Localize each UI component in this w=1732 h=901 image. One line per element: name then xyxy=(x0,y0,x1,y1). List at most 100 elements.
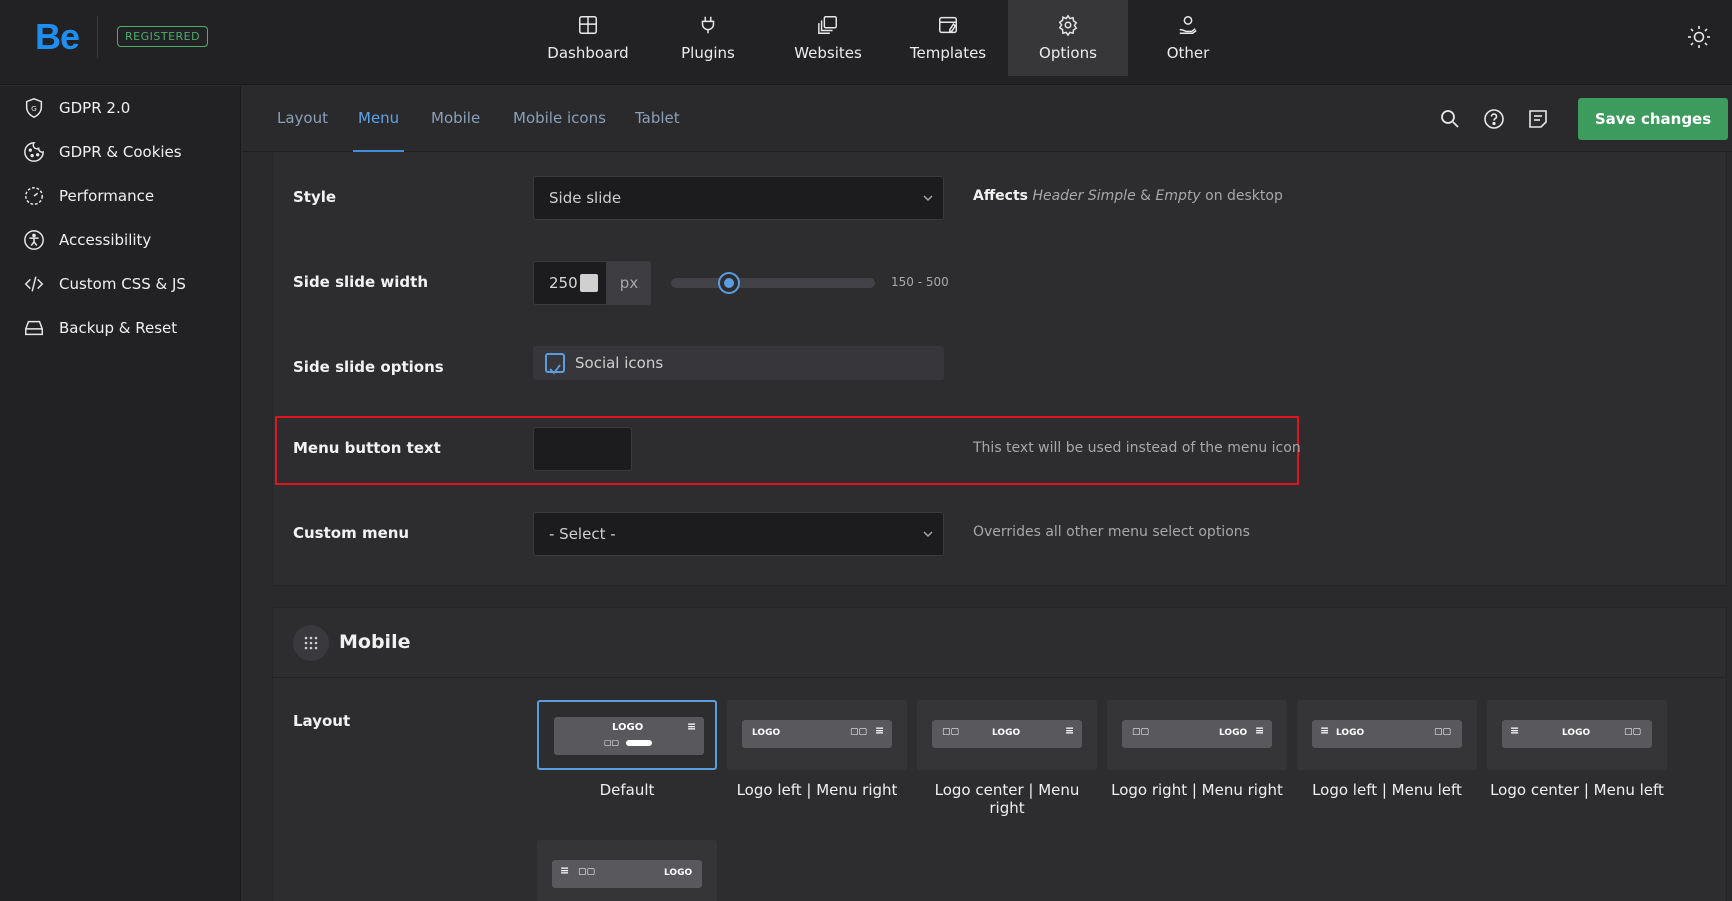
tab-mobile-icons[interactable]: Mobile icons xyxy=(513,86,606,152)
menu-options-panel: Style Side slide Affects Header Simple &… xyxy=(272,152,1727,586)
tab-mobile[interactable]: Mobile xyxy=(431,86,480,152)
dots-icon: ▢▢ xyxy=(1434,727,1452,737)
registered-badge: REGISTERED xyxy=(117,26,209,47)
hamburger-icon: ≡ xyxy=(875,724,885,737)
slider-thumb[interactable] xyxy=(720,274,739,292)
desc-bold: Affects xyxy=(973,188,1028,204)
width-slider[interactable] xyxy=(671,274,875,292)
notes-icon[interactable] xyxy=(1526,107,1550,131)
logo-text: LOGO xyxy=(752,728,781,738)
gauge-icon xyxy=(25,187,43,205)
hamburger-icon: ≡ xyxy=(687,720,697,733)
layout-option-extra[interactable]: ≡ ▢▢ LOGO xyxy=(537,840,717,901)
layout-label-default: Default xyxy=(599,781,655,799)
layout-preview: LOGO ▢▢ ≡ xyxy=(742,720,892,748)
hamburger-icon: ≡ xyxy=(560,864,570,877)
layout-label-3: Logo right | Menu right xyxy=(1111,781,1283,799)
sidebar-item-gdpr[interactable]: G GDPR 2.0 xyxy=(0,86,240,130)
width-label: Side slide width xyxy=(293,273,429,291)
accessibility-icon xyxy=(24,230,44,250)
nav-templates[interactable]: Templates xyxy=(888,0,1008,76)
desc-amp: & xyxy=(1135,188,1156,204)
search-icon[interactable] xyxy=(1438,107,1462,131)
style-select[interactable]: Side slide xyxy=(533,176,944,220)
nav-label: Options xyxy=(1039,44,1097,62)
tab-layout[interactable]: Layout xyxy=(277,86,328,152)
save-changes-button[interactable]: Save changes xyxy=(1578,98,1728,140)
layout-option-logo-left-menu-right[interactable]: LOGO ▢▢ ≡ xyxy=(727,700,907,770)
sidebar-item-cookies[interactable]: GDPR & Cookies xyxy=(0,130,240,174)
hamburger-icon: ≡ xyxy=(1510,724,1520,737)
nav-label: Templates xyxy=(909,44,987,62)
hamburger-icon: ≡ xyxy=(1255,724,1265,737)
desc-italic-2: Empty xyxy=(1155,188,1201,204)
social-icons-checkbox[interactable] xyxy=(545,353,565,375)
sidebar-item-backup[interactable]: Backup & Reset xyxy=(0,306,240,350)
layout-option-logo-right-menu-right[interactable]: ▢▢ LOGO ≡ xyxy=(1107,700,1287,770)
help-icon[interactable] xyxy=(1482,107,1506,131)
sidebar-item-performance[interactable]: Performance xyxy=(0,174,240,218)
drive-icon xyxy=(25,320,43,336)
sidebar-item-label: Custom CSS & JS xyxy=(59,275,186,293)
mobile-section-panel: Mobile Layout LOGO ≡ ▢▢ Default LOGO ▢▢ … xyxy=(272,607,1727,901)
logo-text: LOGO xyxy=(1336,728,1365,738)
nav-dashboard[interactable]: Dashboard xyxy=(528,0,648,76)
layout-option-logo-center-menu-left[interactable]: ≡ LOGO ▢▢ xyxy=(1487,700,1667,770)
dots-icon: ▢▢ xyxy=(942,727,960,737)
logo-text: LOGO xyxy=(664,868,693,878)
width-number-input[interactable]: 250 xyxy=(533,261,607,305)
sun-icon[interactable] xyxy=(1687,25,1711,49)
brand-logo[interactable]: Be xyxy=(35,16,80,58)
logo-text: LOGO xyxy=(1562,728,1591,738)
nav-other[interactable]: Other xyxy=(1128,0,1248,76)
layout-label-4: Logo left | Menu left xyxy=(1312,781,1462,799)
style-description: Affects Header Simple & Empty on desktop xyxy=(973,188,1283,204)
grid-dots-icon xyxy=(293,625,329,661)
layout-preview: ≡ LOGO ▢▢ xyxy=(1312,720,1462,748)
layout-option-default[interactable]: LOGO ≡ ▢▢ xyxy=(537,700,717,770)
number-spinner[interactable] xyxy=(580,274,598,292)
svg-text:G: G xyxy=(31,104,37,113)
style-select-value: Side slide xyxy=(549,189,622,207)
sidebar-item-label: Performance xyxy=(59,187,155,205)
dots-icon: ▢▢ xyxy=(604,738,620,747)
layout-label-1: Logo left | Menu right xyxy=(736,781,898,799)
sidebar-item-accessibility[interactable]: Accessibility xyxy=(0,218,240,262)
menu-button-text-input[interactable] xyxy=(533,427,632,471)
nav-websites[interactable]: Websites xyxy=(768,0,888,76)
sidebar-item-custom-code[interactable]: Custom CSS & JS xyxy=(0,262,240,306)
layout-option-logo-center-menu-right[interactable]: ▢▢ LOGO ≡ xyxy=(917,700,1097,770)
nav-label: Plugins xyxy=(681,44,735,62)
nav-plugins[interactable]: Plugins xyxy=(648,0,768,76)
nav-options[interactable]: Options xyxy=(1008,0,1128,76)
websites-icon xyxy=(818,16,837,34)
custom-menu-select[interactable]: - Select - xyxy=(533,512,944,556)
layout-preview: ≡ LOGO ▢▢ xyxy=(1502,720,1652,748)
nav-label: Other xyxy=(1166,44,1210,62)
layout-preview: LOGO ≡ ▢▢ xyxy=(554,717,704,755)
tab-menu[interactable]: Menu xyxy=(353,86,405,152)
hamburger-icon: ≡ xyxy=(1320,724,1330,737)
desc-tail: on desktop xyxy=(1200,188,1283,204)
menu-button-text-label: Menu button text xyxy=(293,439,441,457)
code-icon xyxy=(24,276,44,292)
layout-label-2: Logo center | Menu right xyxy=(934,781,1080,817)
sub-tab-bar: Layout Menu Mobile Mobile icons Tablet xyxy=(242,86,1732,152)
templates-icon xyxy=(939,16,957,34)
gear-icon xyxy=(1058,14,1078,36)
layout-preview: ≡ ▢▢ LOGO xyxy=(552,860,702,888)
dashboard-icon xyxy=(579,16,597,34)
style-label: Style xyxy=(293,188,337,206)
menu-button-text-description: This text will be used instead of the me… xyxy=(973,440,1301,456)
tab-tablet[interactable]: Tablet xyxy=(635,86,680,152)
logo-text: LOGO xyxy=(612,722,644,733)
social-icons-option[interactable]: Social icons xyxy=(533,346,944,380)
logo-divider xyxy=(97,16,98,58)
layout-label-5: Logo center | Menu left xyxy=(1490,781,1664,799)
nav-label: Websites xyxy=(794,44,862,62)
unit-addon: px xyxy=(607,261,651,305)
layout-option-logo-left-menu-left[interactable]: ≡ LOGO ▢▢ xyxy=(1297,700,1477,770)
options-label: Side slide options xyxy=(293,358,444,376)
chevron-down-icon xyxy=(923,195,933,201)
button-shape xyxy=(626,740,652,746)
